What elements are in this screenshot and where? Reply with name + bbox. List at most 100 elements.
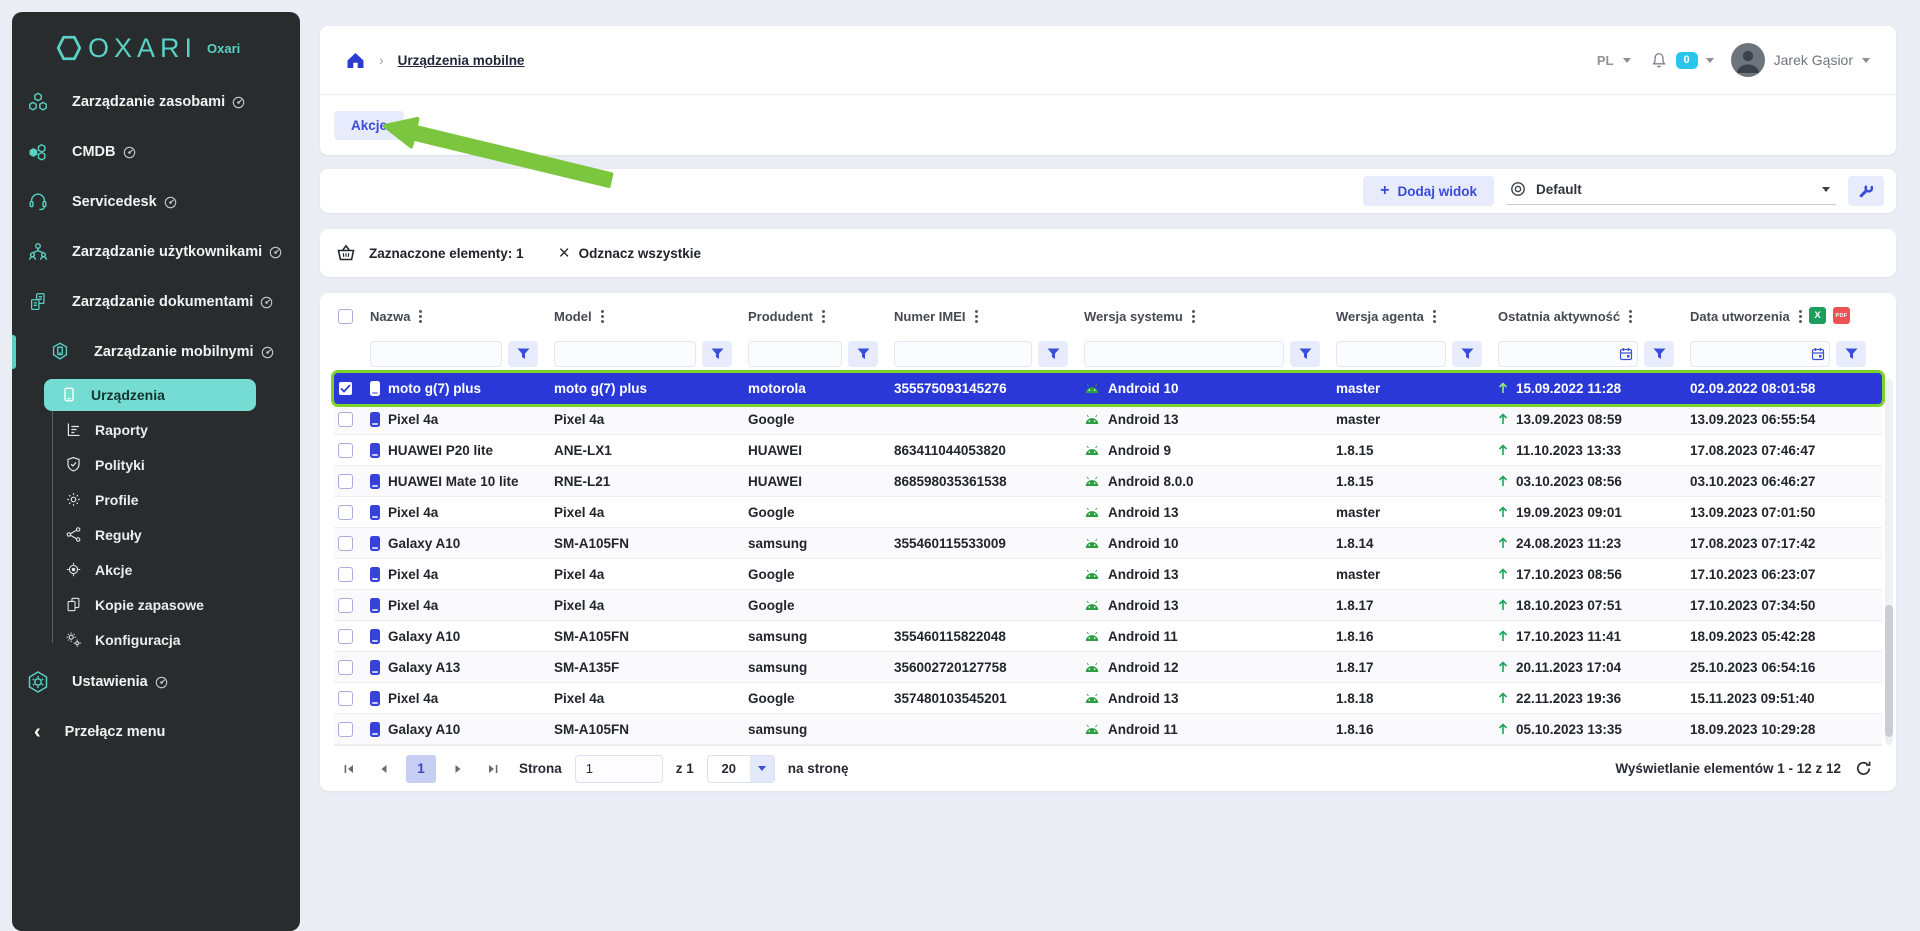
row-checkbox[interactable] <box>338 474 353 489</box>
first-page-button[interactable] <box>336 756 362 782</box>
filter-funnel-button[interactable] <box>1644 341 1674 367</box>
row-checkbox[interactable] <box>338 505 353 520</box>
filter-funnel-button[interactable] <box>1836 341 1866 367</box>
row-checkbox[interactable] <box>338 536 353 551</box>
row-checkbox[interactable] <box>338 660 353 675</box>
filter-funnel-button[interactable] <box>702 341 732 367</box>
submenu-item-reguly[interactable]: Reguły <box>12 517 300 552</box>
collapse-menu-button[interactable]: ‹ Przełącz menu <box>12 707 300 757</box>
column-menu-icon[interactable] <box>601 315 604 318</box>
table-row[interactable]: Galaxy A10 SM-A105FN samsung 35546011582… <box>334 621 1882 652</box>
table-row[interactable]: Pixel 4a Pixel 4a Google Android 13 mast… <box>334 559 1882 590</box>
sidebar-item-dokumenty[interactable]: Zarządzanie dokumentami <box>12 277 300 327</box>
submenu-item-kopie[interactable]: Kopie zapasowe <box>12 587 300 622</box>
row-checkbox[interactable] <box>338 412 353 427</box>
page-size-select[interactable]: 20 <box>707 755 775 783</box>
table-row[interactable]: Pixel 4a Pixel 4a Google Android 13 mast… <box>334 497 1882 528</box>
row-checkbox[interactable] <box>338 629 353 644</box>
submenu-item-konfiguracja[interactable]: Konfiguracja <box>12 622 300 657</box>
row-checkbox[interactable] <box>338 722 353 737</box>
table-row[interactable]: Galaxy A13 SM-A135F samsung 356002720127… <box>334 652 1882 683</box>
submenu-item-urzadzenia[interactable]: Urządzenia <box>12 377 300 412</box>
table-scrollbar-thumb[interactable] <box>1885 605 1893 737</box>
add-view-button[interactable]: + Dodaj widok <box>1363 176 1494 206</box>
row-checkbox[interactable] <box>338 691 353 706</box>
chevron-down-icon[interactable] <box>1862 58 1870 63</box>
view-select[interactable]: Default <box>1506 177 1836 205</box>
filter-input-wersja-systemu[interactable] <box>1084 341 1284 367</box>
export-excel-icon[interactable]: X <box>1809 307 1826 324</box>
row-checkbox[interactable] <box>338 598 353 613</box>
table-row[interactable]: HUAWEI Mate 10 lite RNE-L21 HUAWEI 86859… <box>334 466 1882 497</box>
table-row[interactable]: Galaxy A10 SM-A105FN samsung 35546011553… <box>334 528 1882 559</box>
calendar-icon[interactable] <box>1811 347 1825 361</box>
submenu-item-polityki[interactable]: Polityki <box>12 447 300 482</box>
filter-funnel-button[interactable] <box>508 341 538 367</box>
submenu-item-akcje[interactable]: Akcje <box>12 552 300 587</box>
column-menu-icon[interactable] <box>1192 315 1195 318</box>
bell-icon[interactable] <box>1650 51 1668 70</box>
column-header-imei[interactable]: Numer IMEI <box>894 309 1084 324</box>
filter-input-data-utworzenia[interactable] <box>1690 341 1830 367</box>
filter-funnel-button[interactable] <box>1038 341 1068 367</box>
sidebar-item-uzytkownicy[interactable]: Zarządzanie użytkownikami <box>12 227 300 277</box>
column-header-nazwa[interactable]: Nazwa <box>370 309 554 324</box>
table-row[interactable]: Pixel 4a Pixel 4a Google Android 13 mast… <box>334 404 1882 435</box>
actions-button[interactable]: Akcje <box>334 111 404 140</box>
export-pdf-icon[interactable]: PDF <box>1833 307 1850 324</box>
row-checkbox-checked[interactable] <box>338 381 353 396</box>
filter-funnel-button[interactable] <box>1290 341 1320 367</box>
refresh-icon[interactable] <box>1855 760 1872 777</box>
avatar[interactable] <box>1731 43 1765 77</box>
column-menu-icon[interactable] <box>975 315 978 318</box>
sidebar-item-cmdb[interactable]: CMDB <box>12 127 300 177</box>
column-header-wersja-agenta[interactable]: Wersja agenta <box>1336 309 1498 324</box>
notification-badge[interactable]: 0 <box>1676 52 1698 69</box>
column-menu-icon[interactable] <box>822 315 825 318</box>
table-row[interactable]: moto g(7) plus moto g(7) plus motorola 3… <box>334 373 1882 404</box>
row-checkbox[interactable] <box>338 567 353 582</box>
select-all-checkbox[interactable] <box>338 309 353 324</box>
column-header-data-utworzenia[interactable]: Data utworzenia <box>1690 309 1882 324</box>
calendar-icon[interactable] <box>1619 347 1633 361</box>
sidebar-item-zasoby[interactable]: Zarządzanie zasobami <box>12 77 300 127</box>
home-icon[interactable] <box>346 52 365 69</box>
table-row[interactable]: Pixel 4a Pixel 4a Google Android 13 1.8.… <box>334 590 1882 621</box>
table-row[interactable]: Galaxy A10 SM-A105FN samsung Android 11 … <box>334 714 1882 745</box>
filter-funnel-button[interactable] <box>848 341 878 367</box>
user-name[interactable]: Jarek Gąsior <box>1774 52 1853 68</box>
column-menu-icon[interactable] <box>1433 315 1436 318</box>
submenu-item-profile[interactable]: Profile <box>12 482 300 517</box>
configure-view-button[interactable] <box>1848 176 1884 206</box>
chevron-down-icon[interactable] <box>1623 58 1631 63</box>
previous-page-button[interactable] <box>371 756 397 782</box>
submenu-item-raporty[interactable]: Raporty <box>12 412 300 447</box>
column-menu-icon[interactable] <box>1799 315 1802 318</box>
filter-input-nazwa[interactable] <box>370 341 502 367</box>
column-header-wersja-systemu[interactable]: Wersja systemu <box>1084 309 1336 324</box>
table-row[interactable]: Pixel 4a Pixel 4a Google 357480103545201… <box>334 683 1882 714</box>
current-page-button[interactable]: 1 <box>406 755 436 783</box>
filter-input-producent[interactable] <box>748 341 842 367</box>
column-menu-icon[interactable] <box>419 315 422 318</box>
chevron-down-icon[interactable] <box>1706 58 1714 63</box>
filter-input-imei[interactable] <box>894 341 1032 367</box>
table-row[interactable]: HUAWEI P20 lite ANE-LX1 HUAWEI 863411044… <box>334 435 1882 466</box>
filter-input-model[interactable] <box>554 341 696 367</box>
column-menu-icon[interactable] <box>1629 315 1632 318</box>
breadcrumb-link[interactable]: Urządzenia mobilne <box>398 53 525 68</box>
next-page-button[interactable] <box>445 756 471 782</box>
last-page-button[interactable] <box>480 756 506 782</box>
filter-input-wersja-agenta[interactable] <box>1336 341 1446 367</box>
deselect-all-button[interactable]: × Odznacz wszystkie <box>559 244 701 263</box>
row-checkbox[interactable] <box>338 443 353 458</box>
column-header-model[interactable]: Model <box>554 309 748 324</box>
column-header-producent[interactable]: Produdent <box>748 309 894 324</box>
column-header-ostatnia-aktywnosc[interactable]: Ostatnia aktywność <box>1498 309 1690 324</box>
sidebar-item-servicedesk[interactable]: Servicedesk <box>12 177 300 227</box>
table-scrollbar-track[interactable] <box>1885 379 1893 745</box>
sidebar-item-ustawienia[interactable]: Ustawienia <box>12 657 300 707</box>
filter-input-ostatnia-aktywnosc[interactable] <box>1498 341 1638 367</box>
filter-funnel-button[interactable] <box>1452 341 1482 367</box>
sidebar-item-mobilne[interactable]: Zarządzanie mobilnymi <box>12 327 300 377</box>
